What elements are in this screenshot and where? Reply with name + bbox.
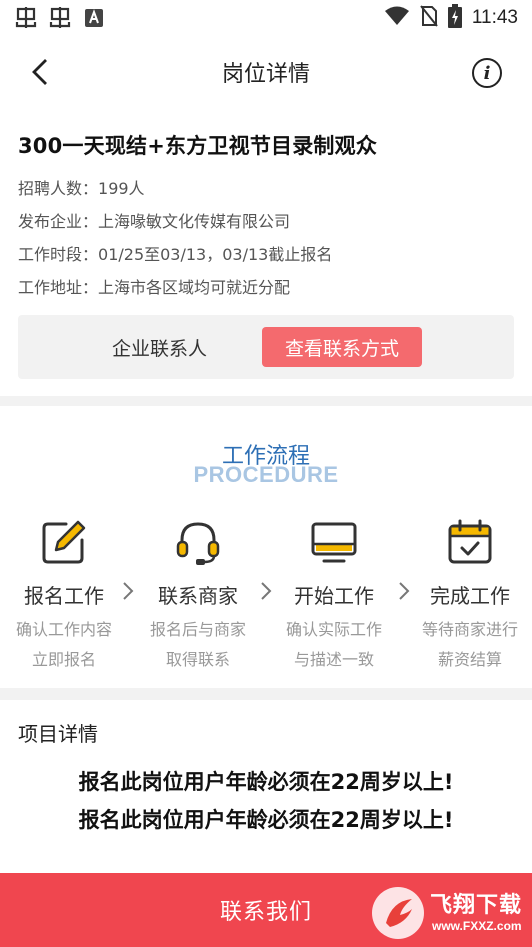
view-contact-button[interactable]: 查看联系方式: [262, 327, 422, 367]
status-bar-system: 11:43: [384, 4, 518, 32]
step-desc-line: 与描述一致: [293, 650, 374, 669]
step-desc: 确认实际工作 与描述一致: [270, 615, 398, 675]
step-name: 开始工作: [294, 584, 374, 608]
work-address-value: 上海市各区域均可就近分配: [98, 278, 291, 297]
monitor-icon: [310, 518, 358, 566]
font-a-icon: [82, 7, 106, 29]
watermark-url: www.FXXZ.com: [432, 919, 522, 933]
recruit-count-row: 招聘人数：199人: [18, 172, 514, 205]
work-period-value: 01/25至03/13，03/13截止报名: [98, 245, 333, 264]
procedure-step-apply: 报名工作 确认工作内容 立即报名: [0, 518, 128, 675]
status-bar: 11:43: [0, 0, 532, 36]
work-address-row: 工作地址：上海市各区域均可就近分配: [18, 271, 514, 304]
procedure-section: 工作流程 PROCEDURE 报名工作 确认工作内容 立即报名 联系商家 报名后与…: [0, 406, 532, 688]
company-label: 发布企业：: [18, 212, 99, 231]
recruit-count-value: 199人: [98, 179, 145, 198]
step-name: 报名工作: [24, 584, 104, 608]
job-title: 300一天现结+东方卫视节目录制观众: [18, 134, 378, 158]
step-desc-line: 确认工作内容: [15, 620, 112, 639]
edit-icon: [40, 518, 88, 566]
age-requirement-text: 报名此岗位用户年龄必须在22周岁以上!: [78, 770, 454, 794]
battery-charging-icon: [447, 4, 462, 32]
project-detail-heading: 项目详情: [18, 722, 98, 746]
nav-bar: 岗位详情 i: [0, 36, 532, 108]
company-row: 发布企业：上海喙敏文化传媒有限公司: [18, 205, 514, 238]
step-desc: 确认工作内容 立即报名: [0, 615, 128, 675]
no-sim-icon: [420, 5, 438, 31]
step-name: 联系商家: [158, 584, 238, 608]
step-desc-line: 取得联系: [165, 650, 230, 669]
page-title: 岗位详情: [221, 62, 310, 87]
step-desc-line: 薪资结算: [437, 650, 502, 669]
step-name: 完成工作: [430, 584, 510, 608]
section-divider: [0, 688, 532, 700]
age-requirement-text: 报名此岗位用户年龄必须在22周岁以上!: [78, 808, 454, 832]
step-desc: 报名后与商家 取得联系: [134, 615, 262, 675]
status-time: 11:43: [471, 7, 518, 28]
work-period-label: 工作时段：: [18, 245, 99, 264]
procedure-subtitle: PROCEDURE: [193, 462, 339, 487]
contact-us-label: 联系我们: [219, 900, 312, 925]
work-period-row: 工作时段：01/25至03/13，03/13截止报名: [18, 238, 514, 271]
contact-person-label: 企业联系人: [112, 337, 208, 360]
step-desc-line: 报名后与商家: [149, 620, 246, 639]
status-bar-notifications: [14, 7, 106, 29]
procedure-step-finish: 完成工作 等待商家进行 薪资结算: [406, 518, 532, 675]
job-card: 300一天现结+东方卫视节目录制观众 招聘人数：199人 发布企业：上海喙敏文化…: [0, 108, 532, 396]
watermark-logo: [372, 887, 424, 939]
watermark-text: 飞翔下载: [430, 893, 523, 918]
section-divider: [0, 396, 532, 406]
calendar-check-icon: [446, 518, 494, 566]
procedure-step-start: 开始工作 确认实际工作 与描述一致: [270, 518, 398, 675]
chong-icon: [14, 7, 38, 29]
step-desc-line: 立即报名: [31, 650, 96, 669]
info-icon[interactable]: i: [472, 58, 502, 88]
watermark: 飞翔下载 www.FXXZ.com: [372, 885, 522, 941]
procedure-step-contact: 联系商家 报名后与商家 取得联系: [134, 518, 262, 675]
recruit-count-label: 招聘人数：: [18, 179, 99, 198]
work-address-label: 工作地址：: [18, 278, 99, 297]
step-desc: 等待商家进行 薪资结算: [406, 615, 532, 675]
chong-icon: [48, 7, 72, 29]
project-detail-section: 项目详情 报名此岗位用户年龄必须在22周岁以上! 报名此岗位用户年龄必须在22周…: [0, 700, 532, 872]
step-desc-line: 等待商家进行: [421, 620, 518, 639]
step-desc-line: 确认实际工作: [285, 620, 382, 639]
company-value: 上海喙敏文化传媒有限公司: [98, 212, 291, 231]
headset-icon: [174, 518, 222, 566]
wifi-icon: [384, 6, 410, 30]
contact-box: 企业联系人 查看联系方式: [18, 315, 514, 379]
